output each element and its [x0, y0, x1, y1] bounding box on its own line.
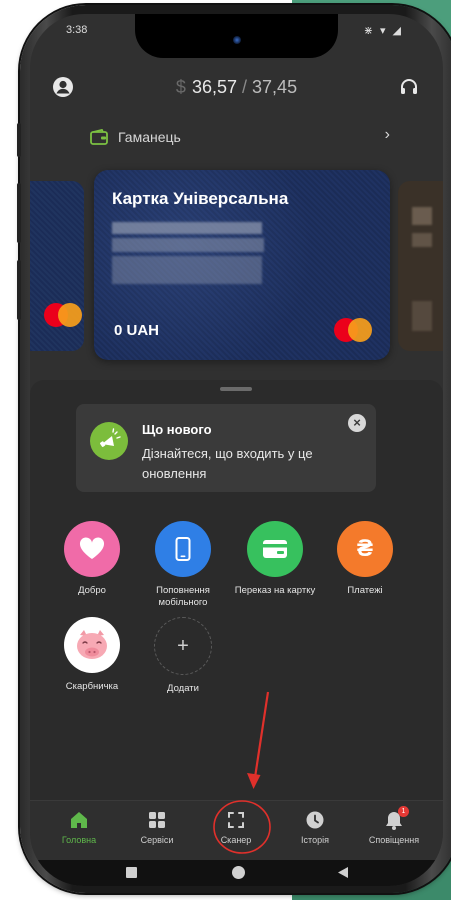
- megaphone-icon: [90, 422, 128, 460]
- service-payments[interactable]: ₴ Платежі: [324, 521, 406, 597]
- phone-side-button: [17, 260, 21, 320]
- balance-value: 36,57: [191, 77, 237, 97]
- phone-icon: [155, 521, 211, 577]
- mastercard-logo: [334, 318, 374, 342]
- notch: [135, 14, 338, 58]
- card-icon: [247, 521, 303, 577]
- home-button[interactable]: [232, 866, 245, 879]
- whats-new-banner[interactable]: Що нового Дізнайтеся, що входить у це он…: [76, 404, 376, 492]
- back-button[interactable]: [337, 866, 349, 879]
- main-card[interactable]: Картка Універсальна 0 UAH: [94, 170, 390, 360]
- balance-display[interactable]: $36,57 / 37,45: [30, 77, 443, 98]
- notification-badge: 1: [398, 806, 409, 817]
- android-navigation-bar: [30, 860, 443, 886]
- close-icon[interactable]: ×: [348, 414, 366, 432]
- service-label: Скарбничка: [65, 681, 119, 692]
- recents-button[interactable]: [126, 867, 137, 878]
- bottom-navigation: Головна Сервіси Сканер Історія 1 Сповіще…: [30, 800, 443, 861]
- blurred-card-info: [412, 233, 432, 247]
- nav-notifications[interactable]: 1 Сповіщення: [359, 806, 429, 845]
- chevron-right-icon: ›: [384, 126, 390, 143]
- service-dobro[interactable]: Добро: [51, 521, 133, 597]
- add-service-button[interactable]: + Додати: [142, 617, 224, 695]
- front-camera: [233, 36, 241, 44]
- phone-screen: 3:38 ⋇ ▾ ◢ $36,57 / 37,45 Гаманець › Кар…: [30, 14, 443, 886]
- hryvnia-icon: ₴: [337, 521, 393, 577]
- clock-icon: [304, 809, 326, 831]
- nav-label: Сервіси: [140, 835, 174, 845]
- nav-history[interactable]: Історія: [280, 809, 350, 845]
- service-label: Додати: [167, 683, 199, 694]
- status-time: 3:38: [66, 24, 88, 36]
- balance-separator: /: [242, 77, 248, 97]
- grid-icon: [146, 809, 168, 831]
- service-label: Поповнення мобільного: [156, 585, 210, 608]
- credit-limit-value: 37,45: [252, 77, 298, 97]
- plus-icon: +: [154, 617, 212, 675]
- bell-icon: 1: [383, 806, 409, 831]
- nav-label: Головна: [61, 835, 97, 845]
- card-title: Картка Універсальна: [112, 189, 289, 208]
- home-icon: [68, 809, 90, 831]
- service-piggy-bank[interactable]: Скарбничка: [51, 617, 133, 693]
- nav-label: Сповіщення: [368, 835, 420, 845]
- top-bar: $36,57 / 37,45: [30, 72, 443, 108]
- service-mobile-topup[interactable]: Поповнення мобільного: [142, 521, 224, 609]
- blurred-card-number: [112, 238, 264, 252]
- service-label: Переказ на картку: [234, 585, 316, 596]
- currency-symbol: $: [175, 77, 186, 97]
- phone-side-button: [17, 183, 21, 243]
- nav-home[interactable]: Головна: [44, 809, 114, 845]
- banner-text: Дізнайтеся, що входить у це оновлення: [142, 446, 313, 481]
- blurred-card-number: [112, 222, 262, 234]
- blurred-card-info: [412, 207, 432, 225]
- service-card-transfer[interactable]: Переказ на картку: [234, 521, 316, 597]
- heart-icon: [64, 521, 120, 577]
- banner-title: Що нового: [142, 422, 212, 437]
- piggy-bank-icon: [64, 617, 120, 673]
- service-label: Добро: [78, 585, 106, 596]
- support-headset-icon[interactable]: [399, 77, 421, 99]
- wallet-icon: [90, 129, 108, 145]
- nav-scanner[interactable]: Сканер: [201, 809, 271, 845]
- blurred-card-number: [112, 256, 262, 284]
- services-sheet: Що нового Дізнайтеся, що входить у це он…: [30, 380, 443, 800]
- next-card[interactable]: [398, 181, 443, 351]
- card-balance: 0 UAH: [114, 322, 160, 339]
- sheet-drag-handle[interactable]: [220, 387, 252, 391]
- status-icons: ⋇ ▾ ◢: [363, 25, 403, 37]
- previous-card[interactable]: [30, 181, 84, 351]
- nav-label: Історія: [301, 835, 329, 845]
- nav-services[interactable]: Сервіси: [122, 809, 192, 845]
- mastercard-logo: [44, 303, 84, 327]
- wallet-row[interactable]: Гаманець ›: [90, 126, 390, 150]
- blurred-card-info: [412, 301, 432, 331]
- nav-label: Сканер: [220, 835, 252, 845]
- phone-side-button: [17, 123, 21, 157]
- scan-icon: [225, 809, 247, 831]
- service-label: Платежі: [347, 585, 383, 596]
- wallet-label: Гаманець: [118, 129, 181, 145]
